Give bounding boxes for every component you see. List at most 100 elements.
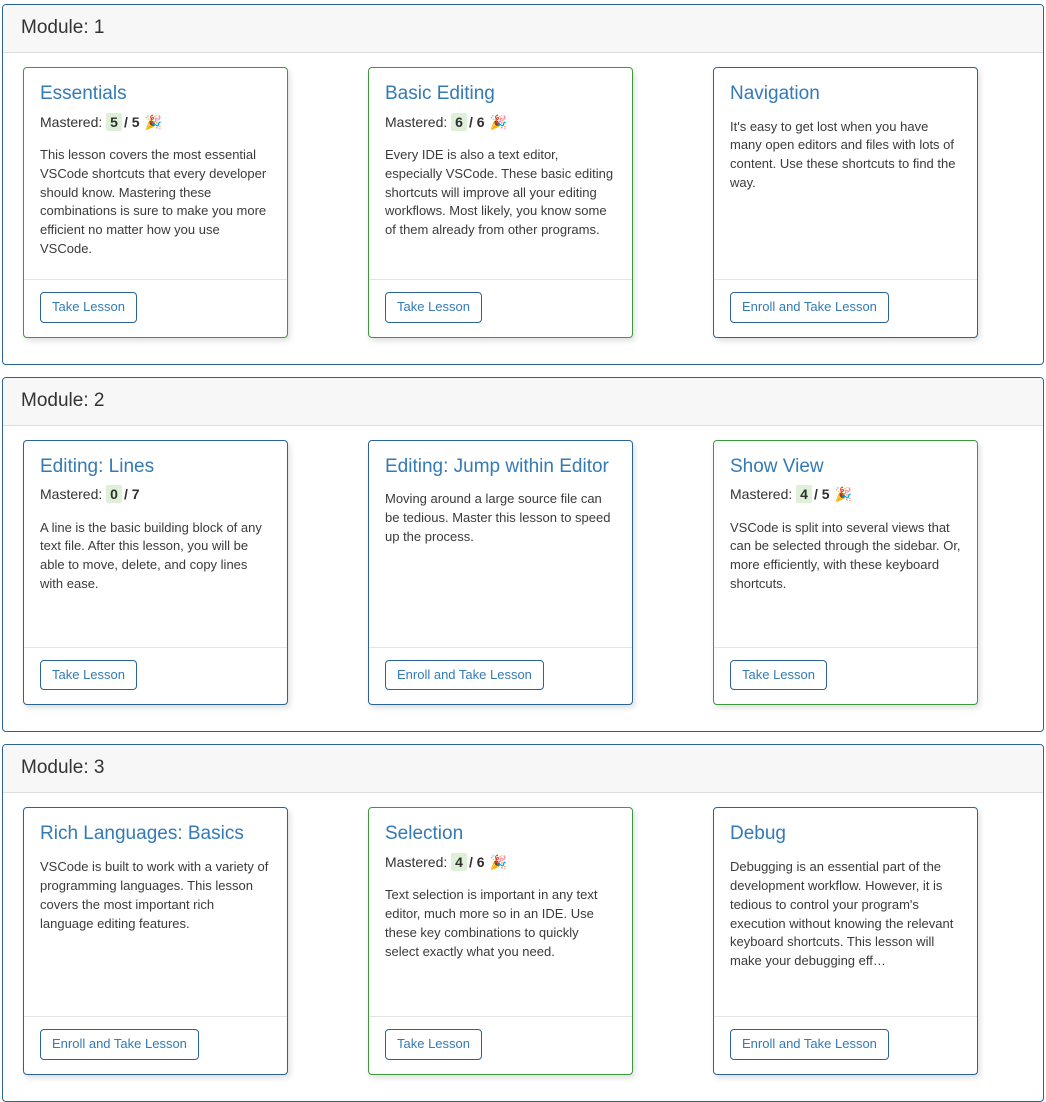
enroll-and-take-lesson-button[interactable]: Enroll and Take Lesson — [730, 291, 889, 323]
enroll-and-take-lesson-button[interactable]: Enroll and Take Lesson — [40, 1029, 199, 1061]
lesson-title: Selection — [385, 823, 464, 845]
lesson-card-row-1: Essentials Mastered: 5/ 5 🎉 This lesson c… — [23, 66, 1023, 338]
module-panel-2: Module: 2 Editing: Lines Mastered: 0/ 7 … — [2, 376, 1044, 733]
lesson-card-editing-jump-within-editor[interactable]: Editing: Jump within Editor Moving aroun… — [368, 439, 633, 706]
lesson-card-footer: Take Lesson — [24, 646, 287, 705]
lesson-card-main: Show View Mastered: 4/ 5 🎉 VSCode is spli… — [714, 441, 977, 647]
mastered-separator: / — [468, 113, 473, 130]
mastered-count-badge: 6 — [451, 112, 467, 131]
lesson-card-main: Debug Debugging is an essential part of … — [714, 808, 977, 1016]
lesson-card-footer: Enroll and Take Lesson — [369, 646, 632, 705]
module-header-1: Module: 1 — [3, 5, 1043, 53]
lesson-description: VSCode is built to work with a variety o… — [40, 859, 269, 931]
lesson-card-footer: Take Lesson — [369, 1016, 632, 1074]
take-lesson-button[interactable]: Take Lesson — [385, 1029, 482, 1061]
lesson-catalog-page: Module: 1 Essentials Mastered: 5/ 5 🎉 Thi… — [0, 0, 1046, 1102]
lesson-description: Debugging is an essential part of the de… — [730, 859, 954, 969]
lesson-card-basic-editing[interactable]: Basic Editing Mastered: 6/ 6 🎉 Every IDE … — [368, 66, 633, 338]
lesson-title: Rich Languages: Basics — [40, 823, 244, 845]
lesson-card-main: Selection Mastered: 4/ 6 🎉 Text selection… — [369, 808, 632, 1016]
lesson-card-main: Rich Languages: Basics VSCode is built t… — [24, 808, 287, 1016]
lesson-card-main: Editing: Lines Mastered: 0/ 7 A line is … — [24, 441, 287, 647]
party-popper-icon: 🎉 — [489, 854, 507, 871]
mastered-separator: / — [123, 113, 128, 130]
lesson-description: This lesson covers the most essential VS… — [40, 146, 267, 257]
lesson-card-debug[interactable]: Debug Debugging is an essential part of … — [713, 807, 978, 1076]
enroll-and-take-lesson-button[interactable]: Enroll and Take Lesson — [385, 659, 544, 691]
lesson-title: Show View — [730, 455, 824, 477]
party-popper-icon: 🎉 — [144, 113, 162, 130]
mastered-separator: / — [123, 486, 128, 503]
lesson-card-rich-languages-basics[interactable]: Rich Languages: Basics VSCode is built t… — [23, 807, 288, 1076]
lesson-card-show-view[interactable]: Show View Mastered: 4/ 5 🎉 VSCode is spli… — [713, 439, 978, 706]
lesson-card-selection[interactable]: Selection Mastered: 4/ 6 🎉 Text selection… — [368, 807, 633, 1076]
lesson-card-editing-lines[interactable]: Editing: Lines Mastered: 0/ 7 A line is … — [23, 439, 288, 706]
lesson-description: Every IDE is also a text editor, especia… — [385, 146, 614, 238]
lesson-card-footer: Enroll and Take Lesson — [714, 1016, 977, 1074]
mastered-total: / 5 — [124, 114, 140, 130]
module-header-2: Module: 2 — [3, 377, 1043, 426]
module-body-2: Editing: Lines Mastered: 0/ 7 A line is … — [3, 426, 1043, 732]
lesson-card-main: Basic Editing Mastered: 6/ 6 🎉 Every IDE … — [369, 68, 632, 279]
mastered-total: / 6 — [469, 854, 485, 870]
mastered-progress: Mastered: 4/ 5 🎉 — [730, 484, 961, 504]
lesson-description: It's easy to get lost when you have many… — [730, 118, 956, 191]
mastered-label: Mastered: — [40, 486, 103, 503]
mastered-total: / 6 — [469, 114, 485, 130]
lesson-card-row-2: Editing: Lines Mastered: 0/ 7 A line is … — [23, 439, 1023, 706]
module-body-3: Rich Languages: Basics VSCode is built t… — [3, 793, 1043, 1101]
lesson-title: Essentials — [40, 82, 127, 104]
mastered-separator: / — [813, 486, 818, 503]
enroll-and-take-lesson-button[interactable]: Enroll and Take Lesson — [730, 1029, 889, 1061]
take-lesson-button[interactable]: Take Lesson — [40, 659, 137, 691]
party-popper-icon: 🎉 — [489, 113, 507, 130]
mastered-total-value: 6 — [476, 854, 485, 871]
lesson-description: Text selection is important in any text … — [385, 887, 598, 959]
mastered-label: Mastered: — [385, 113, 448, 130]
take-lesson-button[interactable]: Take Lesson — [385, 291, 482, 323]
lesson-card-footer: Enroll and Take Lesson — [24, 1016, 287, 1074]
mastered-label: Mastered: — [730, 486, 793, 503]
take-lesson-button[interactable]: Take Lesson — [730, 659, 827, 691]
lesson-title: Debug — [730, 823, 786, 845]
lesson-card-row-3: Rich Languages: Basics VSCode is built t… — [23, 807, 1023, 1076]
lesson-card-footer: Enroll and Take Lesson — [714, 278, 977, 337]
take-lesson-button[interactable]: Take Lesson — [40, 291, 137, 323]
mastered-count-badge: 4 — [451, 853, 467, 872]
lesson-card-main: Navigation It's easy to get lost when yo… — [714, 68, 977, 279]
module-panel-1: Module: 1 Essentials Mastered: 5/ 5 🎉 Thi… — [2, 4, 1044, 365]
mastered-progress: Mastered: 4/ 6 🎉 — [385, 852, 616, 872]
mastered-progress: Mastered: 0/ 7 — [40, 484, 271, 504]
mastered-total: / 5 — [814, 486, 830, 502]
mastered-count-badge: 4 — [796, 485, 812, 504]
mastered-total: / 7 — [124, 486, 140, 502]
mastered-progress: Mastered: 6/ 6 🎉 — [385, 112, 616, 132]
lesson-description: Moving around a large source file can be… — [385, 491, 611, 545]
module-header-3: Module: 3 — [3, 745, 1043, 794]
lesson-card-navigation[interactable]: Navigation It's easy to get lost when yo… — [713, 66, 978, 338]
lesson-title: Editing: Lines — [40, 455, 155, 477]
lesson-description: VSCode is split into several views that … — [730, 519, 961, 592]
lesson-title: Editing: Jump within Editor — [385, 455, 609, 477]
mastered-progress: Mastered: 5/ 5 🎉 — [40, 112, 271, 132]
lesson-description: A line is the basic building block of an… — [40, 519, 262, 592]
module-panel-3: Module: 3 Rich Languages: Basics VSCode … — [2, 744, 1044, 1102]
mastered-count-badge: 5 — [106, 112, 122, 131]
lesson-card-footer: Take Lesson — [714, 646, 977, 705]
mastered-count-badge: 0 — [106, 485, 122, 504]
lesson-title: Basic Editing — [385, 82, 495, 104]
lesson-card-footer: Take Lesson — [369, 278, 632, 337]
module-body-1: Essentials Mastered: 5/ 5 🎉 This lesson c… — [3, 53, 1043, 364]
mastered-label: Mastered: — [40, 113, 103, 130]
lesson-card-essentials[interactable]: Essentials Mastered: 5/ 5 🎉 This lesson c… — [23, 66, 288, 338]
party-popper-icon: 🎉 — [834, 486, 852, 503]
mastered-label: Mastered: — [385, 854, 448, 871]
